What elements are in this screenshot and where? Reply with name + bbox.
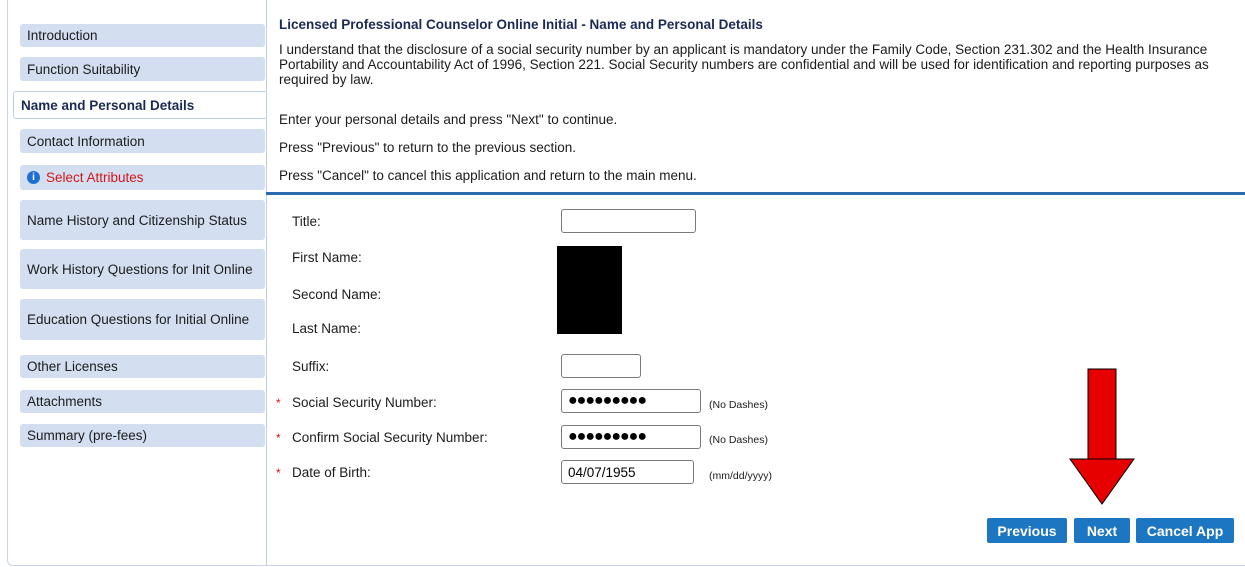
- first-name-label: First Name:: [292, 250, 362, 265]
- sidebar-item-name-history[interactable]: Name History and Citizenship Status: [20, 200, 265, 240]
- second-name-label: Second Name:: [292, 287, 382, 302]
- required-marker: *: [276, 466, 281, 480]
- sidebar-item-summary[interactable]: Summary (pre-fees): [20, 424, 265, 447]
- section-divider: [266, 192, 1245, 195]
- sidebar-item-other-licenses[interactable]: Other Licenses: [20, 355, 265, 378]
- instruction-cancel: Press "Cancel" to cancel this applicatio…: [279, 168, 697, 183]
- sidebar-divider: [266, 0, 267, 566]
- ssn-input[interactable]: ●●●●●●●●●: [561, 389, 701, 413]
- suffix-input[interactable]: [561, 354, 641, 378]
- instruction-next: Enter your personal details and press "N…: [279, 112, 618, 127]
- sidebar-item-select-attributes[interactable]: i Select Attributes: [20, 165, 265, 190]
- confirm-ssn-input[interactable]: ●●●●●●●●●: [561, 425, 701, 449]
- arrow-down-icon: [1069, 368, 1135, 505]
- confirm-ssn-hint: (No Dashes): [709, 434, 768, 446]
- disclosure-text: I understand that the disclosure of a so…: [279, 42, 1209, 87]
- page-title: Licensed Professional Counselor Online I…: [279, 17, 763, 32]
- sidebar-item-function-suitability[interactable]: Function Suitability: [20, 57, 265, 81]
- confirm-ssn-label: Confirm Social Security Number:: [292, 430, 488, 445]
- next-button[interactable]: Next: [1074, 518, 1130, 543]
- title-label: Title:: [292, 214, 321, 229]
- dob-input[interactable]: [561, 460, 694, 484]
- sidebar-item-attachments[interactable]: Attachments: [20, 390, 265, 413]
- sidebar-item-introduction[interactable]: Introduction: [20, 24, 265, 47]
- redacted-name-block: [557, 246, 622, 334]
- sidebar-item-name-personal-details[interactable]: Name and Personal Details: [13, 91, 267, 119]
- previous-button[interactable]: Previous: [987, 518, 1067, 543]
- dob-label: Date of Birth:: [292, 465, 371, 480]
- required-marker: *: [276, 431, 281, 445]
- ssn-hint: (No Dashes): [709, 399, 768, 411]
- instruction-previous: Press "Previous" to return to the previo…: [279, 140, 576, 155]
- dob-hint: (mm/dd/yyyy): [709, 470, 772, 482]
- title-input[interactable]: [561, 209, 696, 233]
- info-icon: i: [27, 171, 40, 184]
- sidebar-item-contact-information[interactable]: Contact Information: [20, 129, 265, 153]
- ssn-label: Social Security Number:: [292, 395, 437, 410]
- sidebar-item-work-history[interactable]: Work History Questions for Init Online: [20, 249, 265, 289]
- suffix-label: Suffix:: [292, 359, 330, 374]
- sidebar-item-education-questions[interactable]: Education Questions for Initial Online: [20, 299, 265, 340]
- sidebar-item-label: Select Attributes: [46, 170, 144, 185]
- last-name-label: Last Name:: [292, 321, 362, 336]
- required-marker: *: [276, 396, 281, 410]
- cancel-app-button[interactable]: Cancel App: [1136, 518, 1234, 543]
